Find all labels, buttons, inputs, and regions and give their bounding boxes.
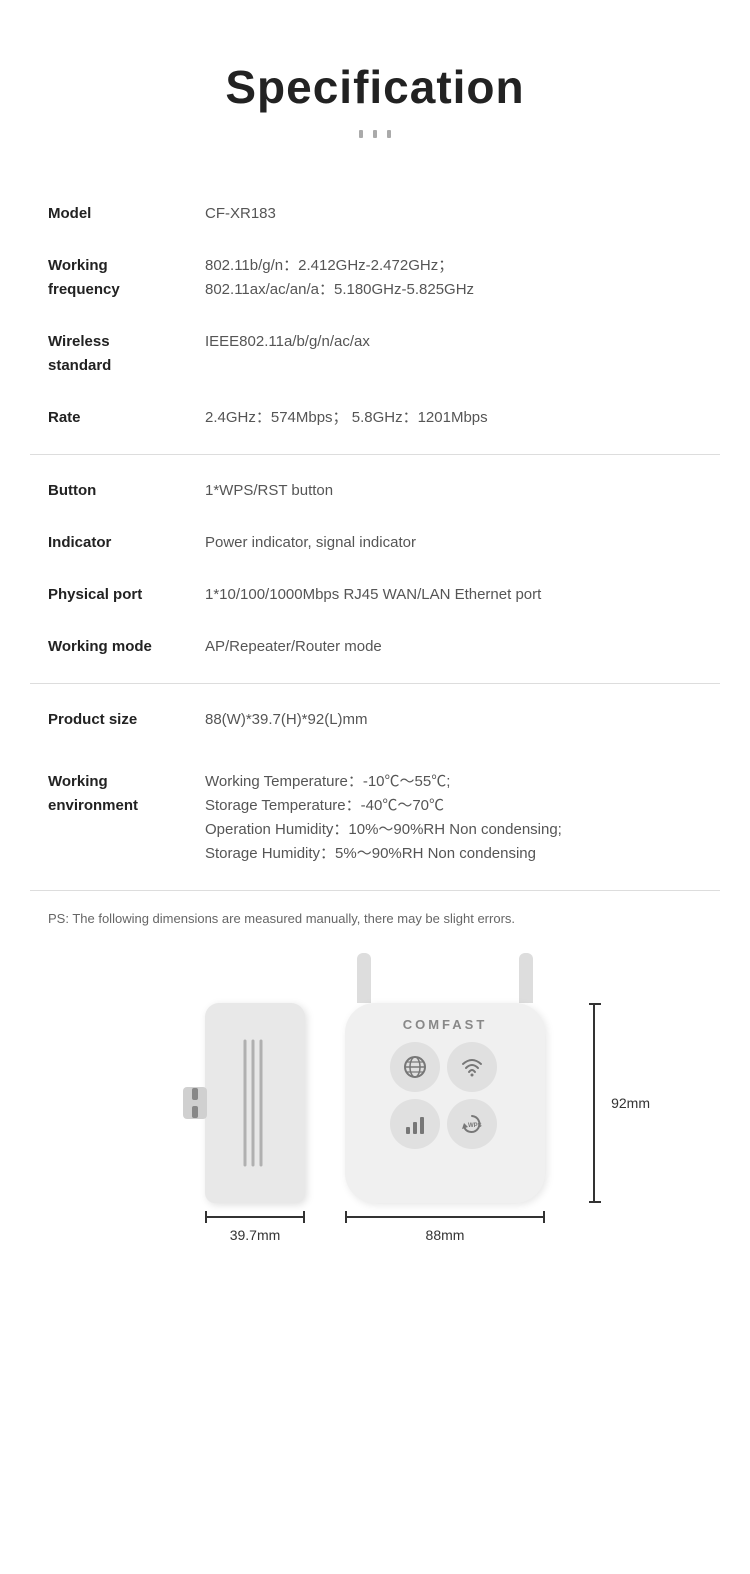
wifi-icon bbox=[447, 1042, 497, 1092]
dim-vtick-top bbox=[589, 1003, 601, 1005]
spec-label: Product size bbox=[30, 694, 185, 746]
spec-row: Working modeAP/Repeater/Router mode bbox=[30, 621, 720, 673]
dim-line-h-width bbox=[207, 1216, 303, 1218]
spec-value: 802.11b/g/n：2.412GHz-2.472GHz； 802.11ax/… bbox=[185, 240, 720, 316]
spec-row: Button1*WPS/RST button bbox=[30, 465, 720, 517]
spec-table-4: Working environmentWorking Temperature：-… bbox=[30, 756, 720, 880]
spec-row: Rate2.4GHz：574Mbps； 5.8GHz：1201Mbps bbox=[30, 392, 720, 444]
spec-table-2: Button1*WPS/RST buttonIndicatorPower ind… bbox=[30, 465, 720, 673]
devices-row: 39.7mm COMFAST bbox=[205, 953, 545, 1243]
antenna-left bbox=[357, 953, 371, 1003]
spec-label: Model bbox=[30, 188, 185, 240]
device2-body: COMFAST bbox=[345, 1003, 545, 1203]
spec-row: IndicatorPower indicator, signal indicat… bbox=[30, 517, 720, 569]
title-section: Specification bbox=[30, 30, 720, 178]
spec-label: Indicator bbox=[30, 517, 185, 569]
spec-row: Product size88(W)*39.7(H)*92(L)mm bbox=[30, 694, 720, 746]
spec-table-3: Product size88(W)*39.7(H)*92(L)mm bbox=[30, 694, 720, 746]
spec-table-1: ModelCF-XR183Working frequency802.11b/g/… bbox=[30, 188, 720, 444]
page: Specification ModelCF-XR183Working frequ… bbox=[0, 0, 750, 1313]
divider-3 bbox=[30, 890, 720, 891]
spec-label: Button bbox=[30, 465, 185, 517]
spec-label: Working mode bbox=[30, 621, 185, 673]
wps-icon: WPS bbox=[447, 1099, 497, 1149]
spec-value: IEEE802.11a/b/g/n/ac/ax bbox=[185, 316, 720, 392]
spec-row: Wireless standardIEEE802.11a/b/g/n/ac/ax bbox=[30, 316, 720, 392]
device2-front: COMFAST bbox=[345, 953, 545, 1243]
spec-value: AP/Repeater/Router mode bbox=[185, 621, 720, 673]
antenna-right bbox=[519, 953, 533, 1003]
dim-box-front: 88mm bbox=[345, 1211, 545, 1243]
spec-value: 1*WPS/RST button bbox=[185, 465, 720, 517]
dim-vtick-bottom bbox=[589, 1201, 601, 1203]
spec-value: 88(W)*39.7(H)*92(L)mm bbox=[185, 694, 720, 746]
dim-line-h-front bbox=[347, 1216, 543, 1218]
title-icon bbox=[30, 122, 720, 148]
device1-side: 39.7mm bbox=[205, 1003, 305, 1243]
spec-value: CF-XR183 bbox=[185, 188, 720, 240]
spec-label: Physical port bbox=[30, 569, 185, 621]
device2-antennas bbox=[345, 953, 545, 1003]
diagram-section: 39.7mm COMFAST bbox=[30, 953, 720, 1243]
device1-lines bbox=[225, 1033, 285, 1173]
spec-value: Working Temperature：-10℃～55℃; Storage Te… bbox=[185, 756, 720, 880]
spec-row: Physical port1*10/100/1000Mbps RJ45 WAN/… bbox=[30, 569, 720, 621]
device1-plug bbox=[183, 1087, 207, 1119]
dim-box-width: 39.7mm bbox=[205, 1211, 305, 1243]
plug-pin-left bbox=[192, 1088, 198, 1100]
spec-value: Power indicator, signal indicator bbox=[185, 517, 720, 569]
plug-pin-right bbox=[192, 1106, 198, 1118]
dim-vline bbox=[593, 1003, 595, 1203]
spec-value: 1*10/100/1000Mbps RJ45 WAN/LAN Ethernet … bbox=[185, 569, 720, 621]
dim-front-label: 88mm bbox=[426, 1227, 465, 1243]
divider-1 bbox=[30, 454, 720, 455]
spec-value: 2.4GHz：574Mbps； 5.8GHz：1201Mbps bbox=[185, 392, 720, 444]
dim-tick-fr bbox=[543, 1211, 545, 1223]
dim-arrow-width bbox=[205, 1211, 305, 1223]
spec-row: Working frequency802.11b/g/n：2.412GHz-2.… bbox=[30, 240, 720, 316]
dim-arrow-front bbox=[345, 1211, 545, 1223]
spec-label: Working frequency bbox=[30, 240, 185, 316]
device2-brand: COMFAST bbox=[403, 1017, 488, 1032]
page-title: Specification bbox=[30, 60, 720, 114]
spec-row: ModelCF-XR183 bbox=[30, 188, 720, 240]
spec-label: Wireless standard bbox=[30, 316, 185, 392]
device1-body bbox=[205, 1003, 305, 1203]
spec-row: Working environmentWorking Temperature：-… bbox=[30, 756, 720, 880]
svg-text:WPS: WPS bbox=[468, 1123, 482, 1129]
globe-icon bbox=[390, 1042, 440, 1092]
divider-2 bbox=[30, 683, 720, 684]
button-grid: WPS bbox=[390, 1042, 500, 1152]
dim-height-label: 92mm bbox=[611, 1095, 650, 1111]
signal-icon bbox=[390, 1099, 440, 1149]
dim-tick-right bbox=[303, 1211, 305, 1223]
ps-note: PS: The following dimensions are measure… bbox=[48, 909, 702, 929]
dim-width-label: 39.7mm bbox=[230, 1227, 281, 1243]
spec-label: Working environment bbox=[30, 756, 185, 880]
spec-label: Rate bbox=[30, 392, 185, 444]
